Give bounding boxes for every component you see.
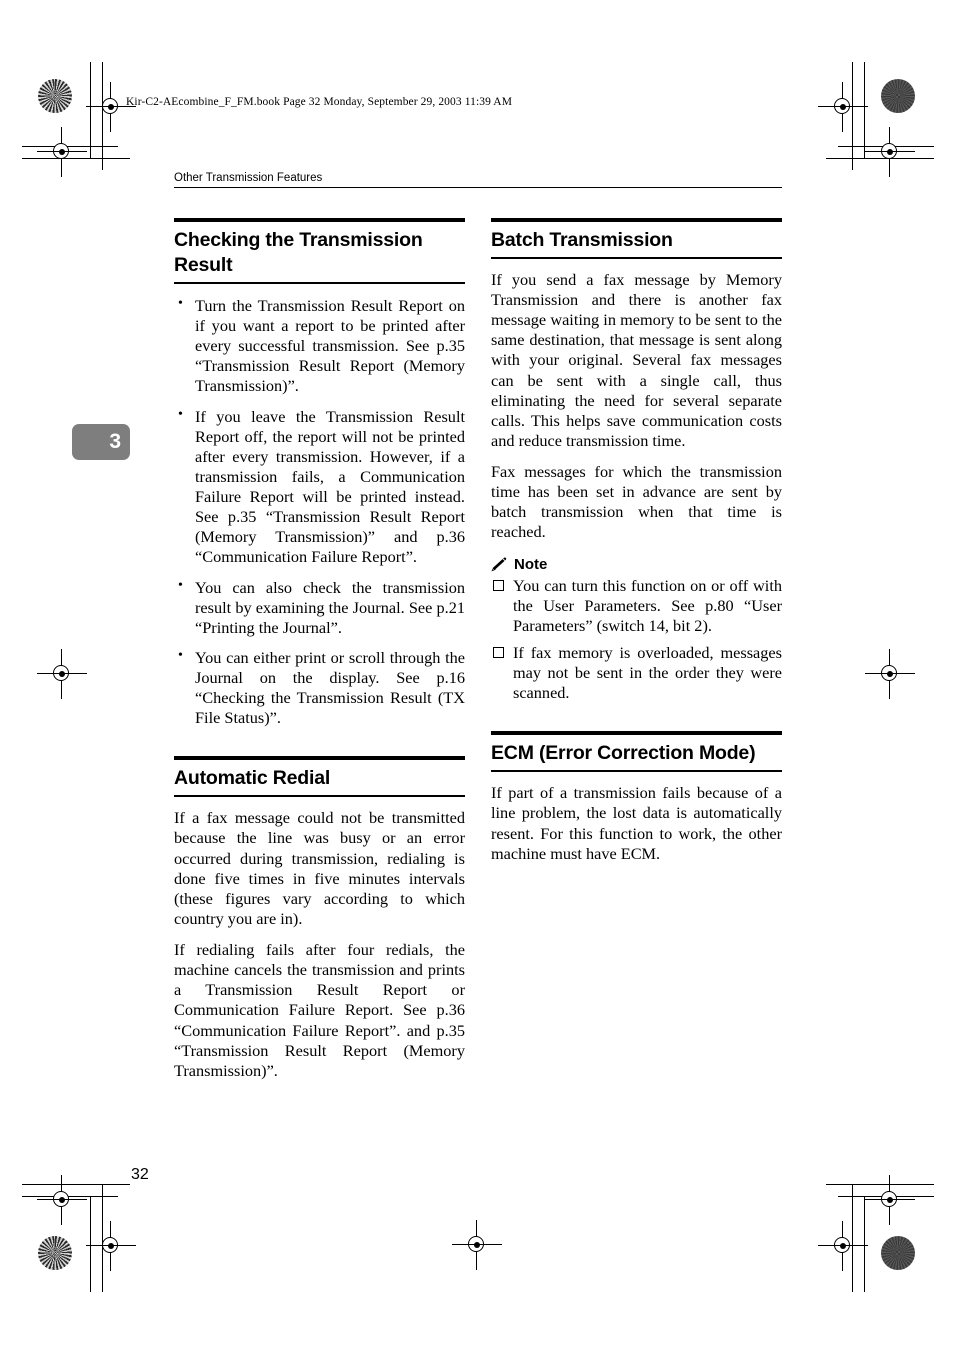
pencil-icon [491,557,508,572]
page-number: 32 [131,1166,149,1183]
list-item: You can either print or scroll through t… [174,647,465,729]
document-page: Kir-C2-AEcombine_F_FM.book Page 32 Monda… [0,0,954,1348]
paragraph: If redialing fails after four redials, t… [174,940,465,1080]
note-label: Note [514,555,548,573]
section-heading-checking-transmission-result: Checking the Transmission Result [174,218,465,284]
running-header-rule [174,187,782,188]
list-item: Turn the Transmission Result Report on i… [174,295,465,397]
paragraph: Fax messages for which the transmission … [491,462,782,542]
list-item: You can turn this function on or off wit… [491,576,782,636]
chapter-tab: 3 [72,424,130,460]
list-item: If you leave the Transmission Result Rep… [174,406,465,568]
note-item-list: You can turn this function on or off wit… [491,576,782,704]
checking-result-bullet-list: Turn the Transmission Result Report on i… [174,295,465,729]
paragraph: If part of a transmission fails because … [491,783,782,863]
file-header-stamp: Kir-C2-AEcombine_F_FM.book Page 32 Monda… [126,96,513,108]
open-square-bullet-icon [493,646,504,658]
left-column: Checking the Transmission Result Turn th… [174,218,465,1092]
right-column: Batch Transmission If you send a fax mes… [491,218,782,875]
list-item: If fax memory is overloaded, messages ma… [491,643,782,703]
note-header: Note [491,556,782,573]
open-square-bullet-icon [493,579,504,591]
note-block: Note You can turn this function on or of… [491,556,782,704]
note-item-text: You can turn this function on or off wit… [513,575,782,635]
note-item-text: If fax memory is overloaded, messages ma… [513,642,782,703]
chapter-tab-number: 3 [109,430,121,453]
paragraph: If you send a fax message by Memory Tran… [491,269,782,450]
running-header: Other Transmission Features [174,172,782,188]
list-item: You can also check the transmission resu… [174,577,465,638]
section-heading-ecm: ECM (Error Correction Mode) [491,731,782,773]
section-heading-batch-transmission: Batch Transmission [491,218,782,259]
paragraph: If a fax message could not be transmitte… [174,808,465,928]
section-heading-automatic-redial: Automatic Redial [174,756,465,798]
running-header-text: Other Transmission Features [174,172,323,184]
